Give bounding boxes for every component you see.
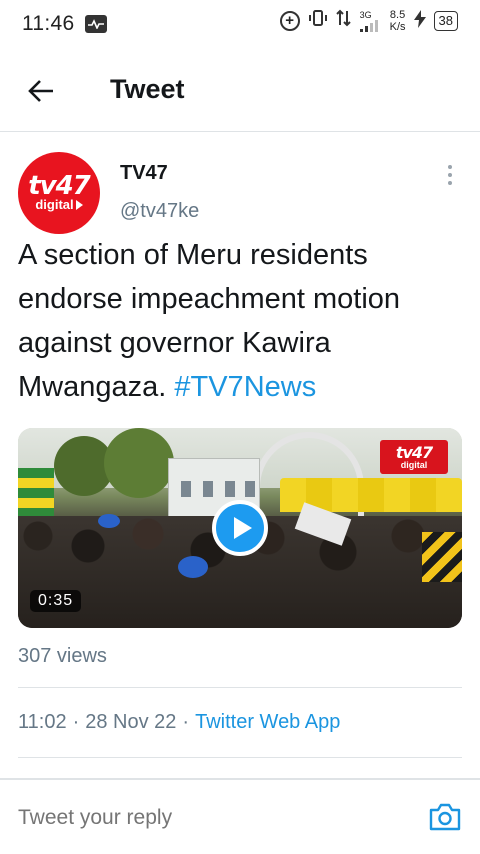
play-triangle-icon [75,200,83,210]
meta-separator: · [72,711,80,733]
tweet-text: A section of Meru residents endorse impe… [18,233,468,409]
more-dot-icon [448,173,452,177]
status-bar: 11:46 + 3G 8.5 K/s 38 [0,0,480,48]
battery-indicator: 38 [433,10,458,31]
divider [18,687,462,688]
play-button[interactable] [212,500,268,556]
activity-monitor-icon [84,15,107,33]
arrow-left-icon [28,80,53,102]
watermark-logo-text: tv47 [395,442,433,462]
network-speed: 8.5 K/s [390,9,406,33]
data-saver-icon: + [279,10,300,31]
avatar-logo-digital: digital [35,197,74,212]
camera-button[interactable] [428,802,462,832]
video-frame-window [225,481,235,497]
tweet-date: 28 Nov 22 [85,711,177,733]
network-label: 3G [359,9,372,20]
app-header: Tweet [0,50,480,132]
more-options-button[interactable] [440,160,460,190]
more-dot-icon [448,181,452,185]
hashtag-link[interactable]: #TV7News [174,371,316,403]
video-frame-window [181,481,191,497]
data-transfer-icon [335,8,352,33]
author-handle[interactable]: @tv47ke [120,200,199,223]
charging-icon [413,9,426,32]
signal-icon [359,19,378,32]
video-frame-cap [178,556,208,578]
tweet-meta: 11:02 · 28 Nov 22 · Twitter Web App [18,711,340,734]
speed-unit: K/s [389,20,406,33]
camera-icon [429,803,461,831]
play-icon [233,517,252,539]
status-time: 11:46 [22,12,75,35]
avatar-logo-text: tv47 [28,171,91,201]
more-dot-icon [448,165,452,169]
avatar-logo-subtext: digital [35,197,83,212]
video-frame-window [245,481,255,497]
video-player[interactable]: tv47 digital 0:35 [18,428,462,628]
video-frame-window [203,481,213,497]
reply-input[interactable] [18,806,398,830]
video-duration: 0:35 [30,590,82,612]
watermark-logo-subtext: digital [400,459,428,470]
status-icons: + 3G 8.5 K/s 38 [279,8,458,33]
back-button[interactable] [22,72,60,110]
meta-separator: · [182,711,190,733]
author-name[interactable]: TV47 [120,162,168,185]
speed-value: 8.5 [389,8,406,21]
video-frame-tree [104,428,174,498]
reply-bar [0,778,480,854]
page-title: Tweet [110,74,185,104]
avatar[interactable]: tv47 digital [18,152,100,234]
vibrate-icon [308,8,328,33]
divider [18,757,462,758]
tweet-source-link[interactable]: Twitter Web App [195,711,340,734]
video-frame-cap [98,514,120,528]
video-frame-shirt [422,532,462,582]
video-watermark-logo: tv47 digital [380,440,448,474]
network-type: 3G [359,9,382,32]
view-count: 307 views [18,645,107,667]
tweet-time: 11:02 [18,711,67,733]
